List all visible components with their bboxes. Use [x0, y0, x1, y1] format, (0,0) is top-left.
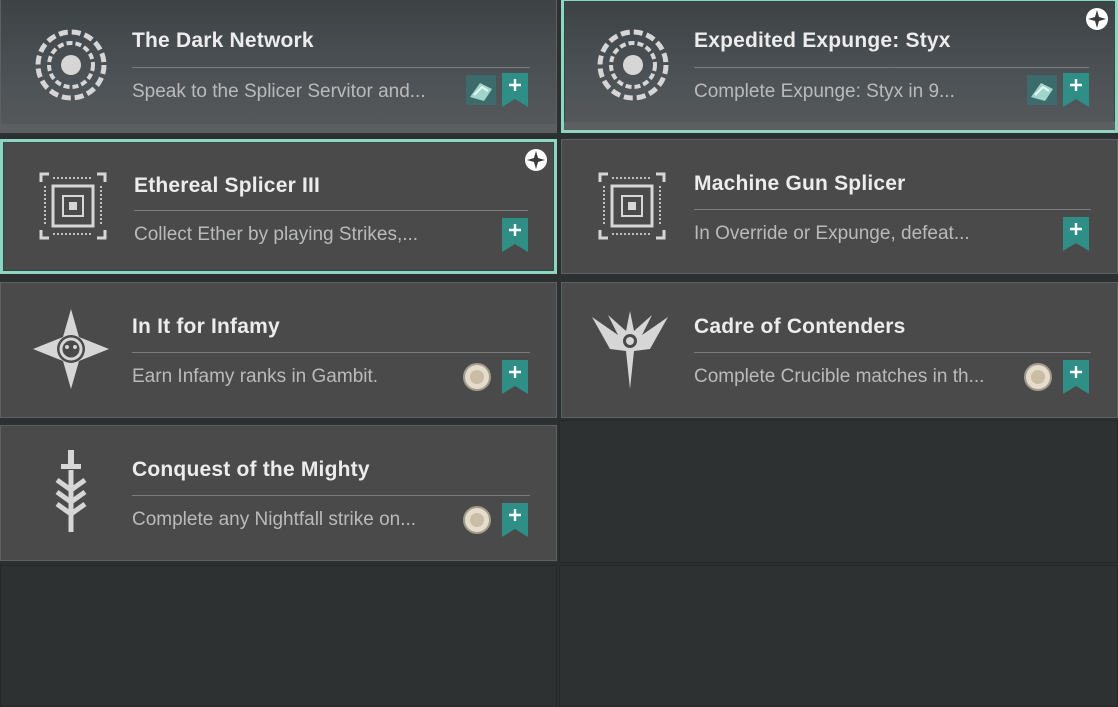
bounty-title: Machine Gun Splicer	[694, 172, 906, 195]
bounty-description: Complete Crucible matches in th...	[694, 366, 985, 387]
bookmark-icon[interactable]	[502, 360, 528, 394]
bookmark-icon[interactable]	[502, 218, 528, 252]
bounty-title: The Dark Network	[132, 29, 314, 52]
bounty-description: Speak to the Splicer Servitor and...	[132, 81, 426, 102]
bounty-description: Complete any Nightfall strike on...	[132, 509, 417, 530]
bounty-title: Cadre of Contenders	[694, 315, 906, 338]
token-reward-icon	[1023, 362, 1053, 392]
bounty-card-dark-network[interactable]: The Dark Network Speak to the Splicer Se…	[0, 0, 557, 133]
bookmark-icon[interactable]	[502, 73, 528, 107]
engram-reward-icon	[466, 75, 496, 105]
divider	[694, 209, 1091, 210]
vanguard-icon	[29, 448, 113, 532]
bookmark-icon[interactable]	[1063, 73, 1089, 107]
gambit-icon	[29, 307, 113, 391]
divider	[132, 495, 530, 496]
bookmark-icon[interactable]	[1063, 217, 1089, 251]
bounty-title: Ethereal Splicer III	[134, 174, 321, 197]
new-indicator-icon	[1085, 7, 1109, 31]
bounty-card-machine-gun-splicer[interactable]: Machine Gun Splicer In Override or Expun…	[561, 139, 1118, 274]
bounty-description: Earn Infamy ranks in Gambit.	[132, 366, 379, 387]
splicer-seal-icon	[591, 23, 675, 107]
divider	[694, 352, 1091, 353]
bounty-card-expedited-expunge[interactable]: Expedited Expunge: Styx Complete Expunge…	[561, 0, 1118, 133]
token-reward-icon	[462, 505, 492, 535]
splicer-frame-icon	[31, 164, 115, 248]
bounty-card-ethereal-splicer[interactable]: Ethereal Splicer III Collect Ether by pl…	[0, 139, 557, 274]
engram-reward-icon	[1027, 75, 1057, 105]
token-reward-icon	[462, 362, 492, 392]
bounty-title: Expedited Expunge: Styx	[694, 29, 951, 52]
crucible-icon	[588, 305, 672, 389]
new-indicator-icon	[524, 148, 548, 172]
divider	[132, 67, 530, 68]
bounty-title: In It for Infamy	[132, 315, 280, 338]
bounty-description: In Override or Expunge, defeat...	[694, 223, 970, 244]
empty-slot	[559, 565, 1118, 707]
bookmark-icon[interactable]	[502, 503, 528, 537]
bounty-description: Collect Ether by playing Strikes,...	[134, 224, 419, 245]
divider	[694, 67, 1089, 68]
splicer-frame-icon	[590, 164, 674, 248]
bounty-description: Complete Expunge: Styx in 9...	[694, 81, 955, 102]
bounty-card-in-it-for-infamy[interactable]: In It for Infamy Earn Infamy ranks in Ga…	[0, 282, 557, 418]
splicer-seal-icon	[29, 23, 113, 107]
bounty-card-cadre-of-contenders[interactable]: Cadre of Contenders Complete Crucible ma…	[561, 282, 1118, 418]
bounty-title: Conquest of the Mighty	[132, 458, 370, 481]
empty-slot	[0, 565, 557, 707]
empty-slot	[559, 420, 1118, 563]
divider	[134, 210, 528, 211]
divider	[132, 352, 530, 353]
bookmark-icon[interactable]	[1063, 360, 1089, 394]
bounty-card-conquest-of-the-mighty[interactable]: Conquest of the Mighty Complete any Nigh…	[0, 425, 557, 561]
